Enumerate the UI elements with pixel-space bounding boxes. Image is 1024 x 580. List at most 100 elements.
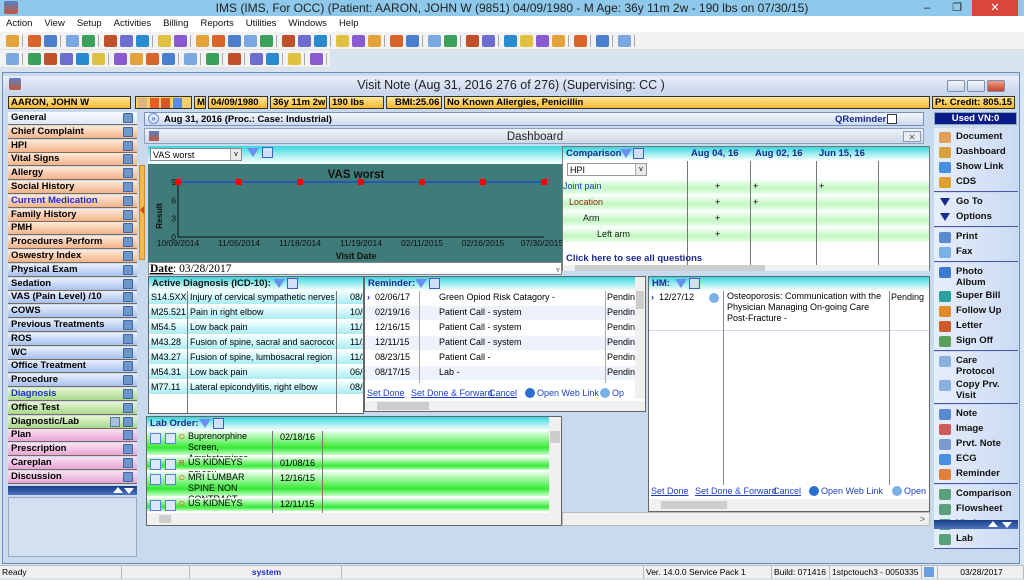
sidebar-item-vital-signs[interactable]: Vital Signs	[8, 153, 137, 167]
action-fax[interactable]: Fax	[934, 246, 1018, 260]
toolbar-button-icon[interactable]	[76, 53, 89, 65]
sidebar-item-prescription[interactable]: Prescription	[8, 443, 137, 457]
lab-order-row[interactable]: OMRI LUMBAR SPINE NON CONTRAST12/16/15	[147, 472, 549, 504]
toolbar-button-icon[interactable]	[250, 53, 263, 65]
note-icon[interactable]	[123, 182, 133, 192]
hm-action-set-done[interactable]: Set Done	[651, 486, 689, 496]
reminder-row[interactable]: 02/19/16 Patient Call - system Pending	[365, 306, 635, 320]
toolbar-button-icon[interactable]	[596, 35, 609, 47]
window-icon[interactable]	[633, 148, 644, 159]
diagnosis-row[interactable]: M25.521 Pain in right elbow 10/0	[149, 306, 363, 320]
sidebar-item-wc[interactable]: WC	[8, 346, 137, 360]
hm-hscroll[interactable]	[649, 499, 929, 511]
lab-document-icon[interactable]	[150, 500, 161, 511]
action-super-bill[interactable]: Super Bill	[934, 290, 1018, 304]
reminder-row[interactable]: 12/16/15 Patient Call - system Pending	[365, 321, 635, 335]
chart-data-point[interactable]	[358, 179, 364, 185]
toolbar-button-icon[interactable]	[618, 35, 631, 47]
menu-setup[interactable]: Setup	[71, 16, 108, 29]
toolbar-button-icon[interactable]	[206, 53, 219, 65]
hm-action-set-done-forward[interactable]: Set Done & Forward	[695, 486, 777, 496]
toolbar-button-icon[interactable]	[520, 35, 533, 47]
chart-data-point[interactable]	[541, 179, 547, 185]
toolbar-button-icon[interactable]	[162, 53, 175, 65]
sidebar-item-physical-exam[interactable]: Physical Exam	[8, 263, 137, 277]
note-icon[interactable]	[123, 430, 133, 441]
diagnosis-row[interactable]: M43.27 Fusion of spine, lumbosacral regio…	[149, 351, 363, 365]
sidebar-item-cows[interactable]: COWS	[8, 305, 137, 319]
reminder-hscroll[interactable]	[365, 401, 645, 411]
sidebar-item-oswestry-index[interactable]: Oswestry Index	[8, 250, 137, 263]
patient-icons[interactable]	[135, 96, 192, 109]
reminder-action-cancel[interactable]: Cancel	[489, 388, 517, 398]
toolbar-button-icon[interactable]	[6, 35, 19, 47]
toolbar-button-icon[interactable]	[28, 35, 41, 47]
hm-action-open-web-link[interactable]: Open Web Link	[821, 486, 883, 496]
note-icon[interactable]	[123, 278, 133, 289]
note-icon[interactable]	[123, 140, 133, 151]
mdi-minimize-button[interactable]	[947, 80, 965, 92]
scroll-up-icon[interactable]	[988, 521, 998, 527]
toolbar-button-icon[interactable]	[120, 35, 133, 47]
sidebar-item-allergy[interactable]: Allergy	[8, 167, 137, 181]
action-sign-off[interactable]: Sign Off	[934, 335, 1018, 349]
hm-action-open[interactable]: Open	[904, 486, 926, 496]
reminder-action-set-done[interactable]: Set Done	[367, 388, 405, 398]
diagnosis-row[interactable]: M54.31 Low back pain 06/0	[149, 366, 363, 380]
sidebar-item-hpi[interactable]: HPI	[8, 139, 137, 153]
toolbar-button-icon[interactable]	[536, 35, 549, 47]
action-lab[interactable]: Lab	[934, 533, 1018, 547]
sidebar-item-chief-complaint[interactable]: Chief Complaint	[8, 125, 137, 139]
note-icon[interactable]	[123, 361, 133, 372]
scroll-down-icon[interactable]	[124, 488, 134, 494]
lab-result-icon[interactable]	[165, 433, 176, 444]
filter-icon[interactable]	[415, 279, 427, 288]
diagnosis-row[interactable]: M77.11 Lateral epicondylitis, right elbow…	[149, 381, 363, 395]
toolbar-button-icon[interactable]	[244, 35, 257, 47]
chart-data-point[interactable]	[175, 179, 181, 185]
reminder-row[interactable]: 08/23/15 Patient Call - Pending	[365, 351, 635, 365]
mdi-close-button[interactable]	[987, 80, 1005, 92]
toolbar-button-icon[interactable]	[288, 53, 301, 65]
sidebar-item-vas-pain-level-10[interactable]: VAS (Pain Level) /10	[8, 291, 137, 305]
toolbar-button-icon[interactable]	[146, 53, 159, 65]
sidebar-item-pmh[interactable]: PMH	[8, 222, 137, 236]
menu-utilities[interactable]: Utilities	[240, 16, 283, 29]
toolbar-button-icon[interactable]	[114, 53, 127, 65]
action-letter[interactable]: Letter	[934, 320, 1018, 334]
lab-result-icon[interactable]	[165, 500, 176, 511]
toolbar-button-icon[interactable]	[466, 35, 479, 47]
filter-icon[interactable]	[247, 148, 259, 157]
reminder-row[interactable]: › 02/06/17 Green Opiod Risk Catagory - Pend…	[365, 291, 635, 305]
note-icon[interactable]	[123, 154, 133, 165]
lab-hscroll[interactable]	[147, 513, 561, 525]
toolbar-button-icon[interactable]	[444, 35, 457, 47]
reminder-vscroll[interactable]	[635, 277, 645, 399]
toolbar-button-icon[interactable]	[282, 35, 295, 47]
toolbar-button-icon[interactable]	[174, 35, 187, 47]
lab-result-icon[interactable]	[165, 474, 176, 485]
lab-document-icon[interactable]	[150, 474, 161, 485]
comparison-row[interactable]: Location + +	[563, 195, 929, 210]
filter-icon[interactable]	[199, 419, 211, 428]
toolbar-button-icon[interactable]	[184, 53, 197, 65]
action-print[interactable]: Print	[934, 231, 1018, 245]
action-dashboard[interactable]: Dashboard	[934, 146, 1018, 160]
sidebar-item-diagnostic-lab[interactable]: Diagnostic/Lab	[8, 415, 137, 429]
sidebar-item-previous-treatments[interactable]: Previous Treatments	[8, 319, 137, 332]
comparison-select[interactable]: HPI v	[567, 163, 647, 176]
reminder-row[interactable]: 12/11/15 Patient Call - system Pending	[365, 336, 635, 350]
sidebar-item-office-test[interactable]: Office Test	[8, 401, 137, 415]
sidebar-item-office-treatment[interactable]: Office Treatment	[8, 360, 137, 374]
toolbar-button-icon[interactable]	[66, 35, 79, 47]
note-icon[interactable]	[123, 209, 133, 220]
note-icon[interactable]	[123, 306, 133, 317]
comparison-scrollbar[interactable]	[563, 265, 929, 271]
note-icon[interactable]	[123, 347, 133, 358]
action-prvt-note[interactable]: Prvt. Note	[934, 438, 1018, 452]
lab-vscroll[interactable]	[549, 417, 561, 513]
diagnosis-row[interactable]: S14.5XX Injury of cervical sympathetic ne…	[149, 291, 363, 305]
toolbar-button-icon[interactable]	[260, 35, 273, 47]
toolbar-button-icon[interactable]	[390, 35, 403, 47]
action-options[interactable]: Options	[934, 211, 1018, 225]
